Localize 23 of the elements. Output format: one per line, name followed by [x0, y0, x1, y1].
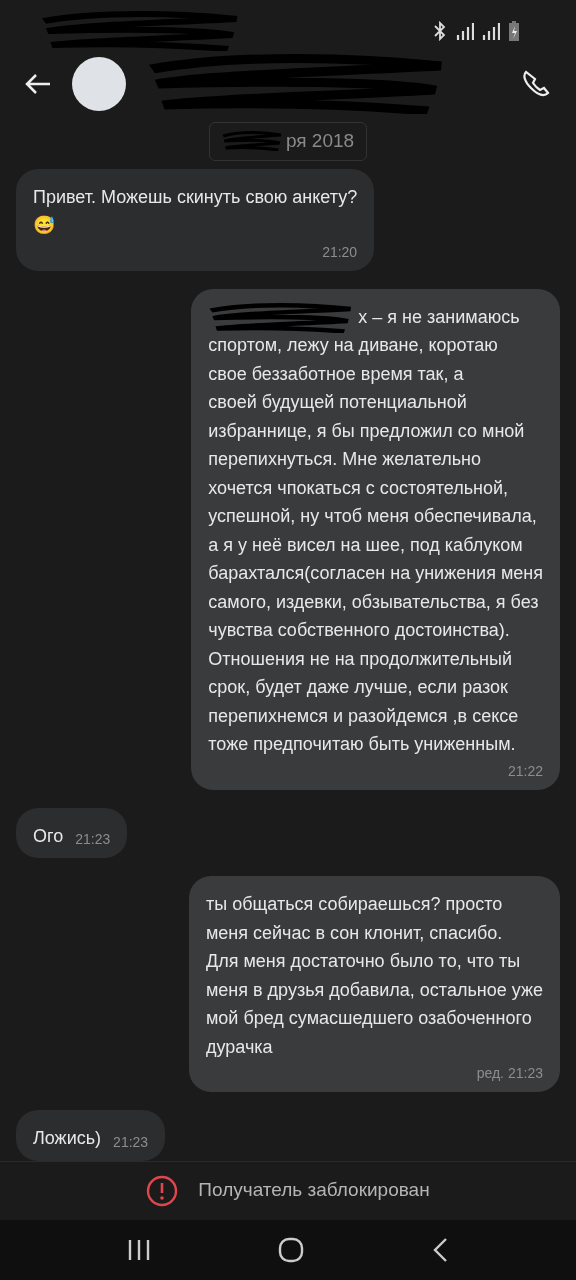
message-time: 21:20	[322, 242, 358, 262]
edited-label: ред.	[476, 1064, 504, 1084]
message-time: 21:23	[75, 830, 111, 850]
recent-apps-icon[interactable]	[127, 1237, 151, 1262]
back-icon[interactable]	[431, 1236, 449, 1263]
message-time: 21:22	[507, 761, 543, 781]
redaction-scribble	[221, 131, 282, 152]
message-time: 21:23	[113, 1132, 149, 1152]
message-time: 21:23	[507, 1064, 543, 1084]
date-text: ря 2018	[285, 129, 355, 154]
avatar	[72, 57, 126, 112]
battery-icon	[508, 20, 520, 43]
message-text: х – я не занимаюсь спортом, лежу на диване, коротаю свое беззаботное время так, а своей будущей потенциальной избраннице, я бы предложил со мной перепихнуться. Мне желательно хочется чпокаться с состоятельной, успешной, ну чтоб меня обеспечивала, а я у неё висел на шее, под каблуком барахтался(согласен на унижения меня самого, издевки, обзывательства, я без чувства собственного достоинства). Отношения не на продолжительный срок, будет даже лучше, если разок перепихнемся и разойдемся ,в сексе тоже предпочитаю быть униженным.	[208, 305, 543, 757]
message-text: Ого	[33, 824, 64, 848]
bluetooth-icon	[432, 21, 448, 42]
signal-icon	[482, 22, 500, 41]
message-text: ты общаться собираешься? просто меня сейчас в сон клонит, спасибо. Для меня достаточно было то, что ты меня в друзья добавила, остальное уже мой бред сумасшедшего озабоченного дурачка	[205, 893, 543, 1059]
message-text: Ложись)	[33, 1127, 102, 1151]
signal-icon	[456, 22, 474, 41]
message-text: Привет. Можешь скинуть свою анкету? 😅	[33, 185, 358, 238]
blocked-notice: Получатель заблокирован	[198, 1178, 430, 1203]
alert-icon	[146, 1174, 179, 1207]
home-icon[interactable]	[277, 1235, 305, 1264]
